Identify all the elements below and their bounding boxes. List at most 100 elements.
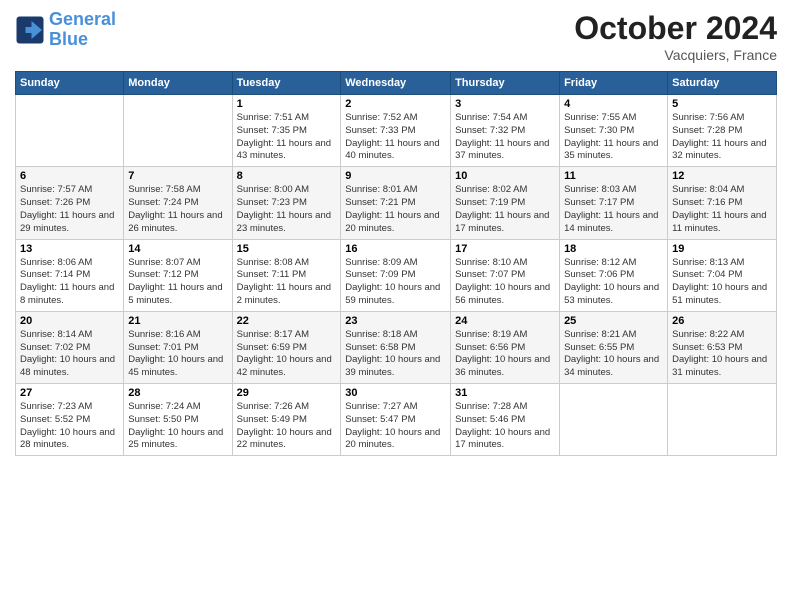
week-row-5: 27Sunrise: 7:23 AM Sunset: 5:52 PM Dayli… [16, 384, 777, 456]
day-number: 18 [564, 243, 663, 255]
calendar-cell: 2 Sunrise: 7:52 AM Sunset: 7:33 PM Daylig… [341, 95, 451, 167]
month-title: October 2024 [574, 10, 777, 47]
day-number: 2 [345, 98, 446, 110]
day-info: Sunrise: 8:17 AM Sunset: 6:59 PM Dayligh… [237, 329, 337, 380]
calendar-cell: 23 Sunrise: 8:18 AM Sunset: 6:58 PM Dayli… [341, 311, 451, 383]
location: Vacquiers, France [574, 47, 777, 63]
calendar-cell: 9 Sunrise: 8:01 AM Sunset: 7:21 PM Daylig… [341, 167, 451, 239]
day-info: Sunrise: 8:19 AM Sunset: 6:56 PM Dayligh… [455, 329, 555, 380]
day-number: 15 [237, 243, 337, 255]
day-number: 12 [672, 170, 772, 182]
calendar-cell [124, 95, 232, 167]
day-info: Sunrise: 7:56 AM Sunset: 7:28 PM Dayligh… [672, 112, 772, 163]
day-info: Sunrise: 7:28 AM Sunset: 5:46 PM Dayligh… [455, 401, 555, 452]
day-info: Sunrise: 8:14 AM Sunset: 7:02 PM Dayligh… [20, 329, 119, 380]
calendar-cell: 3 Sunrise: 7:54 AM Sunset: 7:32 PM Daylig… [451, 95, 560, 167]
weekday-header-row: SundayMondayTuesdayWednesdayThursdayFrid… [16, 72, 777, 95]
day-info: Sunrise: 8:07 AM Sunset: 7:12 PM Dayligh… [128, 257, 227, 308]
day-info: Sunrise: 8:16 AM Sunset: 7:01 PM Dayligh… [128, 329, 227, 380]
calendar-cell: 5Sunrise: 7:56 AM Sunset: 7:28 PM Daylig… [668, 95, 777, 167]
calendar: SundayMondayTuesdayWednesdayThursdayFrid… [15, 71, 777, 456]
day-number: 14 [128, 243, 227, 255]
calendar-cell: 15 Sunrise: 8:08 AM Sunset: 7:11 PM Dayli… [232, 239, 341, 311]
calendar-cell: 30 Sunrise: 7:27 AM Sunset: 5:47 PM Dayli… [341, 384, 451, 456]
weekday-header-friday: Friday [560, 72, 668, 95]
day-number: 7 [128, 170, 227, 182]
day-number: 27 [20, 387, 119, 399]
day-number: 24 [455, 315, 555, 327]
day-number: 11 [564, 170, 663, 182]
calendar-cell: 22 Sunrise: 8:17 AM Sunset: 6:59 PM Dayli… [232, 311, 341, 383]
day-info: Sunrise: 8:21 AM Sunset: 6:55 PM Dayligh… [564, 329, 663, 380]
day-number: 13 [20, 243, 119, 255]
title-block: October 2024 Vacquiers, France [574, 10, 777, 63]
calendar-cell: 12 Sunrise: 8:04 AM Sunset: 7:16 PM Dayli… [668, 167, 777, 239]
day-number: 29 [237, 387, 337, 399]
week-row-2: 6 Sunrise: 7:57 AM Sunset: 7:26 PM Daylig… [16, 167, 777, 239]
day-info: Sunrise: 7:24 AM Sunset: 5:50 PM Dayligh… [128, 401, 227, 452]
day-info: Sunrise: 8:22 AM Sunset: 6:53 PM Dayligh… [672, 329, 772, 380]
day-number: 9 [345, 170, 446, 182]
day-info: Sunrise: 8:02 AM Sunset: 7:19 PM Dayligh… [455, 184, 555, 235]
weekday-header-saturday: Saturday [668, 72, 777, 95]
day-number: 4 [564, 98, 663, 110]
page: General Blue October 2024 Vacquiers, Fra… [0, 0, 792, 612]
calendar-cell: 31 Sunrise: 7:28 AM Sunset: 5:46 PM Dayli… [451, 384, 560, 456]
day-info: Sunrise: 7:58 AM Sunset: 7:24 PM Dayligh… [128, 184, 227, 235]
day-info: Sunrise: 7:52 AM Sunset: 7:33 PM Dayligh… [345, 112, 446, 163]
day-info: Sunrise: 8:12 AM Sunset: 7:06 PM Dayligh… [564, 257, 663, 308]
day-info: Sunrise: 8:13 AM Sunset: 7:04 PM Dayligh… [672, 257, 772, 308]
week-row-3: 13 Sunrise: 8:06 AM Sunset: 7:14 PM Dayli… [16, 239, 777, 311]
calendar-cell: 13 Sunrise: 8:06 AM Sunset: 7:14 PM Dayli… [16, 239, 124, 311]
day-number: 26 [672, 315, 772, 327]
calendar-cell: 7 Sunrise: 7:58 AM Sunset: 7:24 PM Daylig… [124, 167, 232, 239]
week-row-4: 20Sunrise: 8:14 AM Sunset: 7:02 PM Dayli… [16, 311, 777, 383]
day-info: Sunrise: 7:55 AM Sunset: 7:30 PM Dayligh… [564, 112, 663, 163]
weekday-header-sunday: Sunday [16, 72, 124, 95]
calendar-cell [16, 95, 124, 167]
week-row-1: 1 Sunrise: 7:51 AM Sunset: 7:35 PM Daylig… [16, 95, 777, 167]
day-info: Sunrise: 8:09 AM Sunset: 7:09 PM Dayligh… [345, 257, 446, 308]
day-number: 19 [672, 243, 772, 255]
day-number: 1 [237, 98, 337, 110]
calendar-cell: 4 Sunrise: 7:55 AM Sunset: 7:30 PM Daylig… [560, 95, 668, 167]
day-number: 25 [564, 315, 663, 327]
day-number: 21 [128, 315, 227, 327]
day-info: Sunrise: 7:27 AM Sunset: 5:47 PM Dayligh… [345, 401, 446, 452]
day-info: Sunrise: 7:54 AM Sunset: 7:32 PM Dayligh… [455, 112, 555, 163]
day-number: 23 [345, 315, 446, 327]
day-info: Sunrise: 8:00 AM Sunset: 7:23 PM Dayligh… [237, 184, 337, 235]
day-info: Sunrise: 8:08 AM Sunset: 7:11 PM Dayligh… [237, 257, 337, 308]
calendar-cell: 21 Sunrise: 8:16 AM Sunset: 7:01 PM Dayli… [124, 311, 232, 383]
weekday-header-tuesday: Tuesday [232, 72, 341, 95]
day-info: Sunrise: 7:57 AM Sunset: 7:26 PM Dayligh… [20, 184, 119, 235]
logo-text: General Blue [49, 10, 116, 50]
day-number: 31 [455, 387, 555, 399]
day-info: Sunrise: 8:10 AM Sunset: 7:07 PM Dayligh… [455, 257, 555, 308]
calendar-cell: 20Sunrise: 8:14 AM Sunset: 7:02 PM Dayli… [16, 311, 124, 383]
calendar-cell: 1 Sunrise: 7:51 AM Sunset: 7:35 PM Daylig… [232, 95, 341, 167]
header: General Blue October 2024 Vacquiers, Fra… [15, 10, 777, 63]
day-number: 22 [237, 315, 337, 327]
calendar-cell: 27Sunrise: 7:23 AM Sunset: 5:52 PM Dayli… [16, 384, 124, 456]
calendar-cell: 17 Sunrise: 8:10 AM Sunset: 7:07 PM Dayli… [451, 239, 560, 311]
logo-general: General [49, 9, 116, 29]
calendar-cell: 16Sunrise: 8:09 AM Sunset: 7:09 PM Dayli… [341, 239, 451, 311]
day-number: 17 [455, 243, 555, 255]
calendar-cell: 29Sunrise: 7:26 AM Sunset: 5:49 PM Dayli… [232, 384, 341, 456]
day-number: 8 [237, 170, 337, 182]
day-info: Sunrise: 8:04 AM Sunset: 7:16 PM Dayligh… [672, 184, 772, 235]
day-info: Sunrise: 7:51 AM Sunset: 7:35 PM Dayligh… [237, 112, 337, 163]
calendar-cell: 14 Sunrise: 8:07 AM Sunset: 7:12 PM Dayli… [124, 239, 232, 311]
day-info: Sunrise: 8:18 AM Sunset: 6:58 PM Dayligh… [345, 329, 446, 380]
day-number: 6 [20, 170, 119, 182]
calendar-cell: 25 Sunrise: 8:21 AM Sunset: 6:55 PM Dayli… [560, 311, 668, 383]
calendar-cell: 8 Sunrise: 8:00 AM Sunset: 7:23 PM Daylig… [232, 167, 341, 239]
day-number: 30 [345, 387, 446, 399]
day-info: Sunrise: 8:01 AM Sunset: 7:21 PM Dayligh… [345, 184, 446, 235]
calendar-cell: 24 Sunrise: 8:19 AM Sunset: 6:56 PM Dayli… [451, 311, 560, 383]
calendar-cell [560, 384, 668, 456]
day-info: Sunrise: 8:06 AM Sunset: 7:14 PM Dayligh… [20, 257, 119, 308]
day-number: 3 [455, 98, 555, 110]
weekday-header-thursday: Thursday [451, 72, 560, 95]
